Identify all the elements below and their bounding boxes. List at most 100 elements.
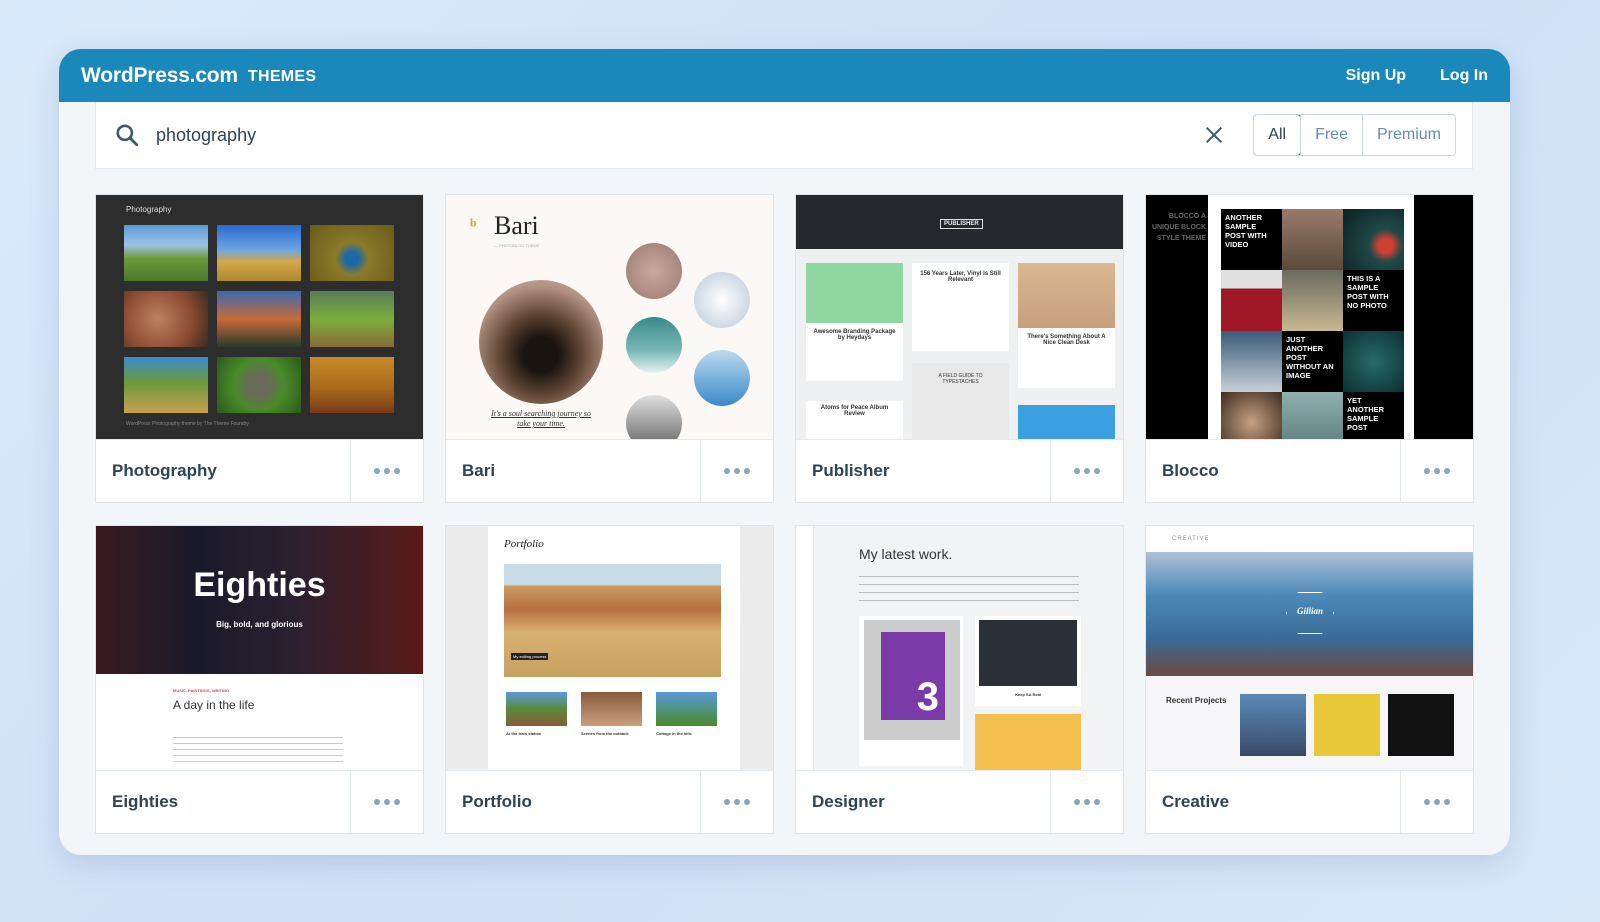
theme-name[interactable]: Portfolio — [446, 792, 700, 812]
theme-card-blocco[interactable]: BLOCCO A UNIQUE BLOCK STYLE THEME ANOTHE… — [1145, 194, 1474, 503]
photo-block — [1221, 392, 1282, 439]
theme-card-portfolio[interactable]: Portfolio My editing process At the trai… — [445, 525, 774, 834]
search-input[interactable] — [156, 124, 1056, 146]
theme-card-publisher[interactable]: PUBLISHER Awesome Branding Package by He… — [795, 194, 1124, 503]
theme-card-photography[interactable]: Photography WordPress Photography theme … — [95, 194, 424, 503]
bari-logo-icon: ᵇ — [470, 215, 477, 237]
theme-preview[interactable]: My latest work. 3 Keep SA Real — [796, 526, 1123, 771]
card-footer: Blocco — [1146, 440, 1473, 502]
log-in-link[interactable]: Log In — [1440, 67, 1488, 85]
brand-logo[interactable]: WordPress.com — [81, 64, 238, 88]
card-footer: Portfolio — [446, 771, 773, 833]
theme-preview[interactable]: CREATIVE Gillian Recent Projects — [1146, 526, 1473, 771]
circle-photo — [694, 350, 750, 406]
post-card: There's Something About A Nice Clean Des… — [1018, 328, 1115, 388]
gallery-photo — [124, 357, 208, 413]
theme-name[interactable]: Creative — [1146, 792, 1400, 812]
preview-gallery — [124, 225, 394, 413]
theme-card-designer[interactable]: My latest work. 3 Keep SA Real Designer — [795, 525, 1124, 834]
tier-filter: All Free Premium — [1253, 114, 1456, 156]
photo-block — [1343, 331, 1404, 392]
post-excerpt — [173, 734, 343, 764]
more-options-button[interactable] — [1400, 771, 1473, 833]
preview-footer: WordPress Photography theme by The Theme… — [126, 421, 249, 427]
project-thumb — [581, 692, 642, 726]
theme-name[interactable]: Photography — [96, 461, 350, 481]
dot-icon — [394, 468, 400, 474]
card-footer: Creative — [1146, 771, 1473, 833]
theme-name[interactable]: Blocco — [1146, 461, 1400, 481]
dot-icon — [744, 799, 750, 805]
project-title: Scenes from the outback — [581, 731, 629, 736]
photo-block — [1221, 270, 1282, 331]
gallery-photo — [217, 225, 301, 281]
post-card: Atoms for Peace Album Review — [806, 401, 903, 439]
theme-preview[interactable]: PUBLISHER Awesome Branding Package by He… — [796, 195, 1123, 440]
theme-name[interactable]: Publisher — [796, 461, 1050, 481]
theme-preview[interactable]: ᵇ Bari — PHOTOBLOG THEME It's a soul sea… — [446, 195, 773, 440]
sign-up-link[interactable]: Sign Up — [1346, 67, 1406, 85]
card-footer: Bari — [446, 440, 773, 502]
preview-sidebar — [796, 526, 814, 770]
more-options-button[interactable] — [350, 440, 423, 502]
filter-free[interactable]: Free — [1300, 115, 1362, 155]
project-thumb — [1388, 694, 1454, 756]
project-title: At the train station — [506, 731, 542, 736]
theme-preview[interactable]: Photography WordPress Photography theme … — [96, 195, 423, 440]
dot-icon — [1074, 468, 1080, 474]
photo-block — [1282, 270, 1343, 331]
dot-icon — [1434, 799, 1440, 805]
theme-name[interactable]: Designer — [796, 792, 1050, 812]
more-options-button[interactable] — [1400, 440, 1473, 502]
preview-logo: CREATIVE — [1172, 536, 1210, 542]
theme-name[interactable]: Eighties — [96, 792, 350, 812]
dot-icon — [1084, 799, 1090, 805]
search-bar: All Free Premium — [95, 102, 1473, 169]
section-title[interactable]: THEMES — [248, 68, 316, 86]
gallery-photo — [310, 225, 394, 281]
more-options-button[interactable] — [350, 771, 423, 833]
intu-cover: 3 — [881, 632, 945, 720]
preview-site-title: Photography — [126, 205, 172, 214]
more-options-button[interactable] — [700, 771, 773, 833]
filter-premium[interactable]: Premium — [1361, 115, 1455, 155]
theme-card-creative[interactable]: CREATIVE Gillian Recent Projects Creativ… — [1145, 525, 1474, 834]
dot-icon — [1424, 468, 1430, 474]
more-options-button[interactable] — [1050, 440, 1123, 502]
theme-card-eighties[interactable]: Eighties Big, bold, and glorious MUSIC, … — [95, 525, 424, 834]
dot-icon — [1444, 799, 1450, 805]
hero-photo — [479, 280, 603, 404]
gallery-photo — [124, 291, 208, 347]
dot-icon — [1094, 799, 1100, 805]
slide-image — [504, 564, 721, 677]
theme-card-bari[interactable]: ᵇ Bari — PHOTOBLOG THEME It's a soul sea… — [445, 194, 774, 503]
more-options-button[interactable] — [700, 440, 773, 502]
preview-tagline: — PHOTOBLOG THEME — [494, 243, 540, 248]
search-icon[interactable] — [114, 122, 140, 148]
dot-icon — [744, 468, 750, 474]
text-block: THIS IS A SAMPLE POST WITH NO PHOTO — [1343, 270, 1404, 331]
photo-block — [1343, 209, 1404, 270]
project-thumb — [1314, 694, 1380, 756]
text-block: YET ANOTHER SAMPLE POST — [1343, 392, 1404, 439]
top-nav: Sign Up Log In — [1346, 67, 1488, 85]
close-icon[interactable] — [1203, 124, 1225, 146]
dot-icon — [374, 799, 380, 805]
project-thumb — [656, 692, 717, 726]
theme-preview[interactable]: Portfolio My editing process At the trai… — [446, 526, 773, 771]
photo-block — [1221, 331, 1282, 392]
circle-photo — [626, 317, 682, 373]
post-title: A day in the life — [173, 698, 255, 712]
theme-name[interactable]: Bari — [446, 461, 700, 481]
card-footer: Eighties — [96, 771, 423, 833]
circle-photo — [626, 243, 682, 299]
theme-preview[interactable]: Eighties Big, bold, and glorious MUSIC, … — [96, 526, 423, 771]
block-grid: ANOTHER SAMPLE POST WITH VIDEO THIS IS A… — [1221, 209, 1404, 439]
gallery-photo — [310, 357, 394, 413]
preview-logo: PUBLISHER — [940, 219, 983, 229]
text-block: JUST ANOTHER POST WITHOUT AN IMAGE — [1282, 331, 1343, 392]
card-footer: Photography — [96, 440, 423, 502]
theme-preview[interactable]: BLOCCO A UNIQUE BLOCK STYLE THEME ANOTHE… — [1146, 195, 1473, 440]
more-options-button[interactable] — [1050, 771, 1123, 833]
filter-all[interactable]: All — [1254, 115, 1302, 155]
